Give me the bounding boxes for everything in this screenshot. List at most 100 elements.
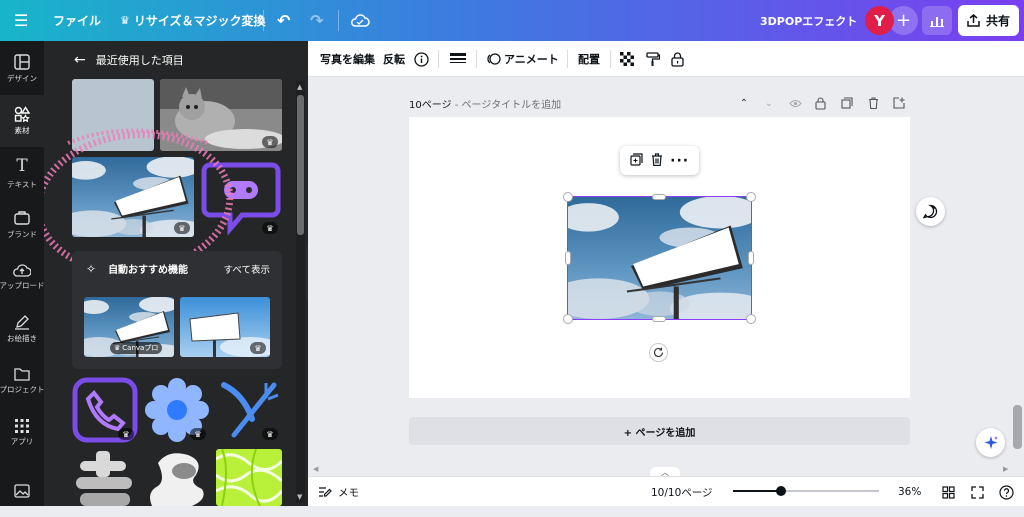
border-style-icon[interactable] bbox=[450, 41, 466, 77]
divider bbox=[476, 50, 477, 68]
status-bar: メモ 10/10ページ 36% bbox=[308, 476, 1024, 506]
resize-handle-right[interactable] bbox=[748, 251, 754, 265]
divider bbox=[338, 10, 339, 31]
recommend-item-billboard-1[interactable]: ♛ Canvaプロ bbox=[84, 297, 174, 357]
rail-label: アプリ bbox=[10, 437, 34, 446]
rail-item-elements[interactable]: 素材 bbox=[0, 95, 44, 147]
element-phone-icon[interactable]: ♛ bbox=[72, 377, 138, 443]
recommend-item-billboard-2[interactable]: ♛ bbox=[180, 297, 270, 357]
animate-icon bbox=[487, 53, 501, 65]
magic-sparkle-icon[interactable] bbox=[976, 428, 1005, 457]
share-button[interactable]: 共有 bbox=[958, 5, 1019, 36]
undo-icon[interactable]: ↶ bbox=[277, 0, 290, 41]
resize-handle-bottom-left[interactable] bbox=[563, 314, 573, 324]
zoom-level[interactable]: 36% bbox=[898, 477, 921, 507]
notes-button[interactable]: メモ bbox=[318, 477, 359, 507]
back-arrow-icon[interactable]: ← bbox=[74, 52, 86, 68]
left-rail: デザイン 素材 T テキスト ブランド アップロード お絵描き プロジェクト ア… bbox=[0, 41, 45, 506]
element-cutlery-icon[interactable]: ♛ bbox=[216, 377, 282, 443]
resize-handle-top-left[interactable] bbox=[563, 192, 573, 202]
edit-photo-button[interactable]: 写真を編集 bbox=[320, 41, 375, 77]
recommend-header: ✧ 自動おすすめ機能 bbox=[86, 261, 188, 277]
rail-item-brand[interactable]: ブランド bbox=[0, 199, 44, 251]
crown-icon: ♛ bbox=[118, 428, 134, 440]
rail-item-upload[interactable]: アップロード bbox=[0, 251, 45, 303]
resize-handle-top[interactable] bbox=[652, 194, 666, 200]
page-count[interactable]: 10/10ページ bbox=[651, 477, 713, 507]
transparency-icon[interactable] bbox=[620, 41, 634, 77]
grid-view-icon[interactable] bbox=[942, 477, 955, 507]
panel-scrollbar-thumb[interactable] bbox=[297, 95, 304, 235]
file-menu[interactable]: ファイル bbox=[53, 0, 101, 41]
draw-icon bbox=[15, 315, 29, 330]
scroll-right-arrow-icon[interactable]: ▶ bbox=[1003, 465, 1008, 473]
paint-roller-icon[interactable] bbox=[646, 41, 660, 77]
scroll-down-arrow-icon[interactable]: ▼ bbox=[297, 493, 302, 501]
hide-page-icon[interactable] bbox=[788, 96, 802, 110]
divider bbox=[438, 50, 439, 68]
rail-label: お絵描き bbox=[7, 334, 37, 343]
design-title[interactable]: 3DPOPエフェクト bbox=[760, 0, 857, 41]
analytics-icon[interactable] bbox=[922, 6, 952, 35]
comment-icon[interactable] bbox=[916, 197, 945, 226]
notes-label: メモ bbox=[338, 486, 359, 499]
lock-page-icon[interactable] bbox=[813, 96, 827, 110]
animate-button[interactable]: アニメート bbox=[486, 41, 559, 77]
rotate-icon[interactable] bbox=[649, 343, 668, 362]
element-gear-icon[interactable]: ♛ bbox=[144, 377, 210, 443]
flip-button[interactable]: 反転 bbox=[383, 41, 405, 77]
resize-magic-button[interactable]: ♛ リサイズ＆マジック変換 bbox=[120, 0, 266, 41]
lock-icon[interactable] bbox=[671, 41, 684, 77]
element-green-marble[interactable] bbox=[216, 449, 282, 506]
rail-item-text[interactable]: T テキスト bbox=[0, 147, 44, 199]
resize-handle-bottom[interactable] bbox=[652, 316, 666, 322]
trash-icon[interactable] bbox=[651, 151, 663, 170]
hamburger-icon[interactable]: ☰ bbox=[14, 0, 28, 41]
add-page-button[interactable]: + ページを追加 bbox=[409, 417, 910, 445]
stacked-shape-graphic bbox=[76, 451, 132, 506]
element-floating-toolbar: ··· bbox=[620, 146, 699, 175]
scroll-up-arrow-icon[interactable]: ▲ bbox=[297, 83, 302, 91]
see-all-link[interactable]: すべて表示 bbox=[224, 262, 270, 276]
avatar[interactable]: Y bbox=[865, 6, 894, 35]
chevron-up-icon[interactable]: ⌃ bbox=[737, 96, 751, 110]
page-title-row[interactable]: 10ページ - ページタイトルを追加 bbox=[409, 96, 561, 111]
more-options-icon[interactable]: ··· bbox=[670, 153, 689, 169]
rail-item-projects[interactable]: プロジェクト bbox=[0, 355, 45, 407]
element-blob-shape[interactable] bbox=[144, 449, 210, 506]
rail-item-draw[interactable]: お絵描き bbox=[0, 303, 44, 355]
page-title-placeholder[interactable]: ページタイトルを追加 bbox=[462, 100, 562, 111]
canvas-vertical-scroll-thumb[interactable] bbox=[1013, 405, 1022, 449]
rail-item-design[interactable]: デザイン bbox=[0, 43, 44, 95]
resize-handle-bottom-right[interactable] bbox=[746, 314, 756, 324]
rail-item-apps[interactable]: アプリ bbox=[0, 407, 44, 459]
resize-handle-top-right[interactable] bbox=[746, 192, 756, 202]
add-page-icon[interactable] bbox=[892, 96, 906, 110]
magic-crown-icon: ♛ bbox=[120, 14, 130, 27]
selected-billboard-image[interactable] bbox=[567, 196, 752, 320]
scroll-left-arrow-icon[interactable]: ◀ bbox=[313, 465, 318, 473]
animate-label: アニメート bbox=[504, 53, 559, 66]
redo-icon[interactable]: ↷ bbox=[310, 0, 323, 41]
crown-icon: ♛ bbox=[250, 342, 266, 354]
top-bar: ☰ ファイル ♛ リサイズ＆マジック変換 ↶ ↷ 3DPOPエフェクト + Y … bbox=[0, 0, 1024, 41]
help-icon[interactable] bbox=[999, 477, 1014, 507]
duplicate-page-icon[interactable] bbox=[840, 96, 854, 110]
resize-handle-left[interactable] bbox=[565, 251, 571, 265]
fullscreen-icon[interactable] bbox=[971, 477, 984, 507]
duplicate-icon[interactable] bbox=[630, 151, 643, 170]
element-stacked-shape[interactable] bbox=[72, 449, 138, 506]
delete-page-icon[interactable] bbox=[866, 96, 880, 110]
share-label: 共有 bbox=[985, 14, 1010, 28]
info-icon[interactable] bbox=[414, 41, 429, 77]
cloud-sync-icon[interactable] bbox=[350, 0, 370, 41]
rail-label: 素材 bbox=[14, 126, 30, 135]
position-button[interactable]: 配置 bbox=[578, 41, 600, 77]
rail-label: デザイン bbox=[7, 74, 37, 83]
chevron-down-icon[interactable]: ⌄ bbox=[762, 96, 776, 110]
rail-label: テキスト bbox=[7, 180, 37, 189]
resize-label: リサイズ＆マジック変換 bbox=[133, 14, 266, 28]
rail-item-photos[interactable] bbox=[0, 465, 44, 517]
context-toolbar: 写真を編集 反転 アニメート 配置 bbox=[308, 41, 1024, 77]
apps-icon bbox=[15, 419, 29, 433]
